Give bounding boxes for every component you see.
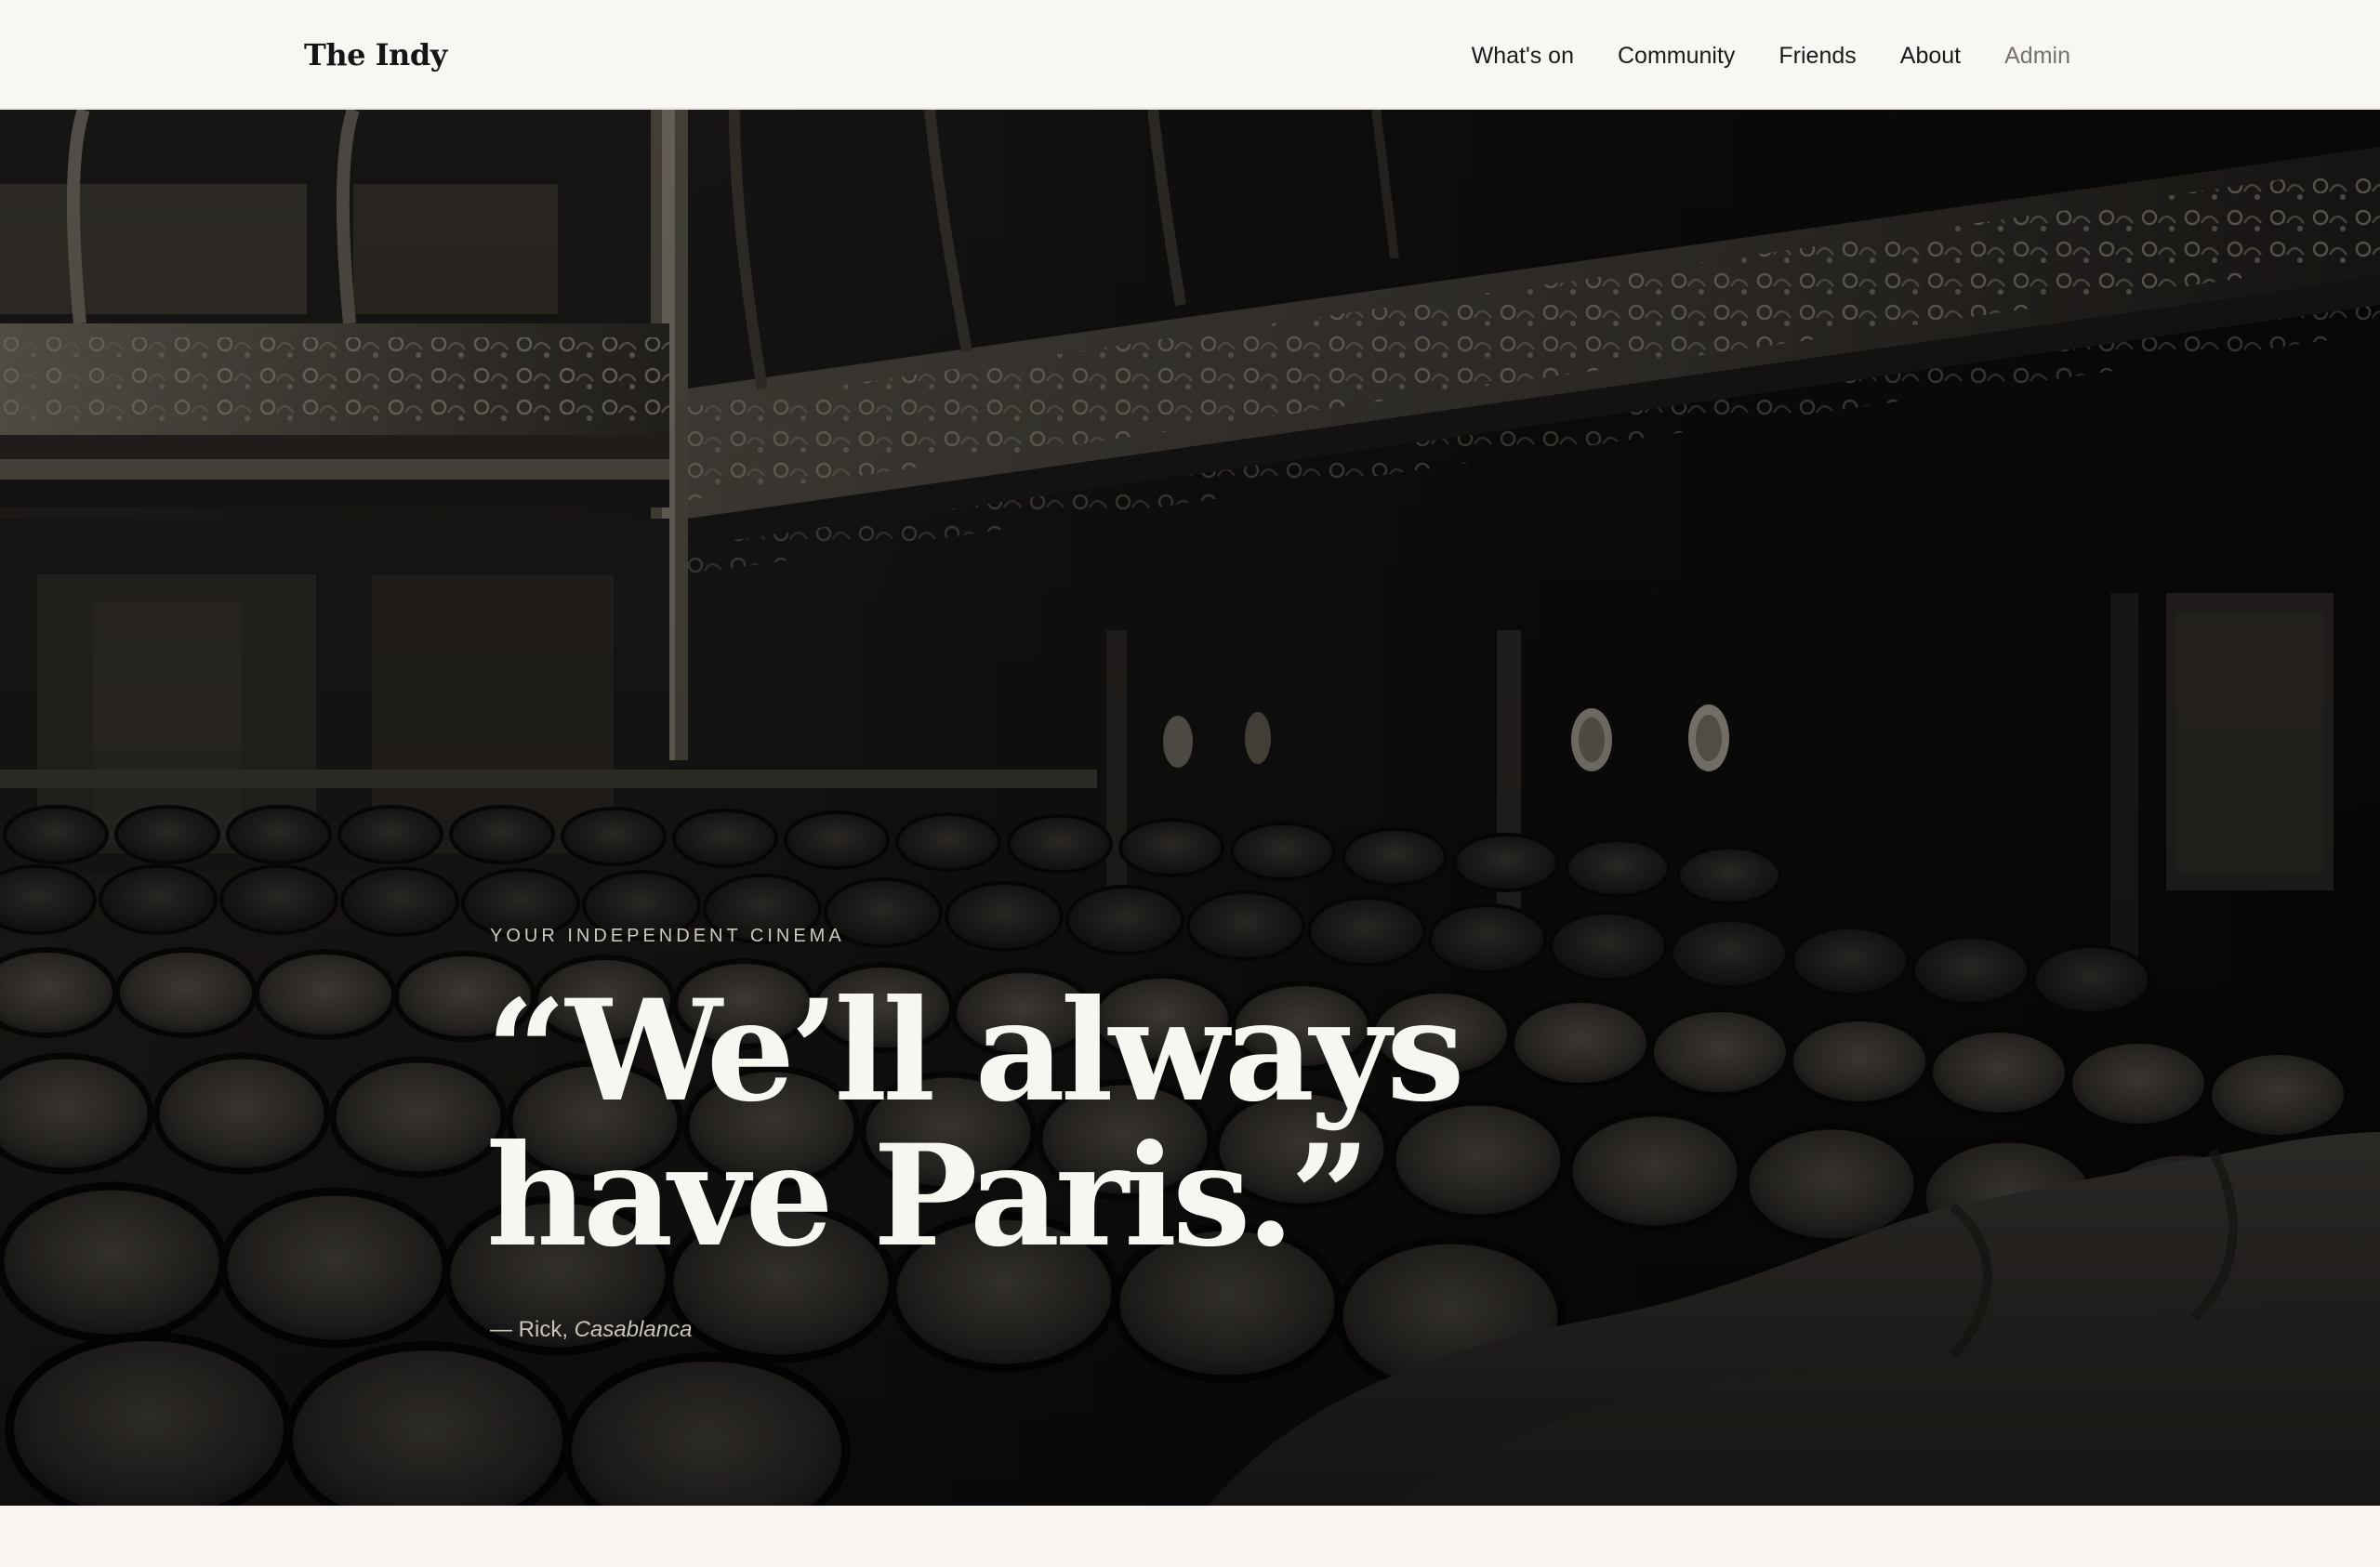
main-nav: What's on Community Friends About Admin — [1472, 43, 2070, 70]
brand-logo-link[interactable]: The Indy — [304, 37, 447, 72]
page-content-start — [0, 1506, 2380, 1567]
attribution-speaker: — Rick, — [490, 1317, 575, 1342]
hero-attribution: — Rick, Casablanca — [490, 1317, 1884, 1343]
nav-item-community[interactable]: Community — [1618, 43, 1735, 70]
hero-section: YOUR INDEPENDENT CINEMA “We’ll always ha… — [0, 110, 2380, 1506]
hero-quote: “We’ll always have Paris.” — [486, 969, 1465, 1278]
site-header: The Indy What's on Community Friends Abo… — [0, 0, 2380, 109]
nav-item-whats-on[interactable]: What's on — [1472, 43, 1574, 70]
hero-eyebrow: YOUR INDEPENDENT CINEMA — [490, 926, 845, 946]
nav-item-admin[interactable]: Admin — [2004, 43, 2070, 70]
nav-item-about[interactable]: About — [1900, 43, 1961, 70]
hero-copy: YOUR INDEPENDENT CINEMA “We’ll always ha… — [486, 926, 1884, 1343]
nav-item-friends[interactable]: Friends — [1778, 43, 1856, 70]
attribution-film: Casablanca — [574, 1317, 693, 1342]
